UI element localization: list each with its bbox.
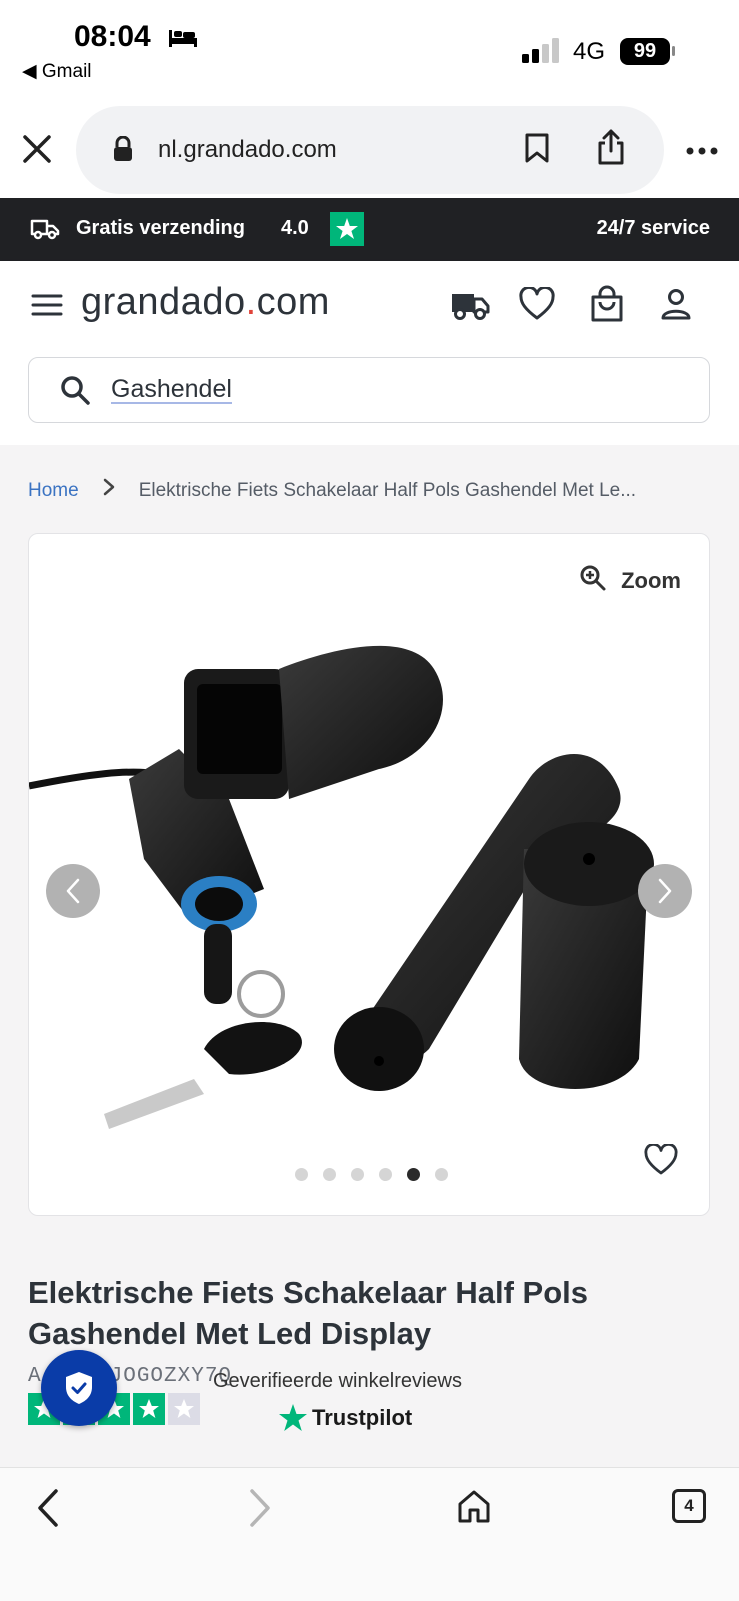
shipping-truck-icon[interactable] [449,289,491,326]
product-page: Home Elektrische Fiets Schakelaar Half P… [0,445,739,1467]
search-input[interactable]: Gashendel [111,376,232,404]
signal-icon [522,38,562,69]
shield-check-icon [66,1372,92,1404]
service-label: 24/7 service [596,217,710,239]
breadcrumb-current: Elektrische Fiets Schakelaar Half Pols G… [138,480,637,501]
back-arrow-icon[interactable] [36,1488,60,1533]
trustpilot-logo[interactable]: Trustpilot [278,1403,412,1433]
carousel-dot[interactable] [435,1168,448,1181]
zoom-in-icon [579,564,607,598]
bookmark-icon[interactable] [524,132,550,169]
site-header: grandado.com Gashendel [0,261,739,445]
product-image[interactable] [29,629,710,1129]
add-to-wishlist-icon[interactable] [643,1142,679,1181]
carousel-dot[interactable] [295,1168,308,1181]
shopping-bag-icon[interactable] [590,285,624,328]
star-icon [168,1393,200,1425]
security-shield-badge[interactable] [41,1350,117,1426]
battery-indicator: 99 [620,38,670,65]
product-gallery: Zoom [28,533,710,1216]
promo-bar: Gratis verzending 4.0 24/7 service [0,198,739,261]
site-logo[interactable]: grandado.com [81,281,330,324]
browser-bottom-toolbar: 4 [0,1467,739,1601]
rating-score: 4.0 [281,217,309,239]
logo-dot: . [245,281,257,323]
carousel-dots [295,1168,448,1181]
more-options-icon[interactable] [686,142,718,160]
tabs-count-button[interactable]: 4 [672,1489,706,1523]
next-image-button[interactable] [638,864,692,918]
close-icon[interactable] [22,134,52,169]
search-icon[interactable] [59,374,91,411]
url-text[interactable]: nl.grandado.com [158,136,337,164]
chevron-left-icon [66,878,80,904]
chevron-right-icon [103,478,115,502]
search-box[interactable]: Gashendel [28,357,710,423]
menu-icon[interactable] [31,293,63,322]
breadcrumb-home[interactable]: Home [28,480,79,501]
network-label: 4G [573,38,606,65]
back-to-gmail[interactable]: ◀ Gmail [22,60,92,83]
zoom-label: Zoom [621,568,681,593]
verified-reviews-label: Geverifieerde winkelreviews [213,1370,462,1392]
zoom-button[interactable]: Zoom [579,564,681,598]
logo-main: grandado [81,281,246,323]
account-user-icon[interactable] [660,287,692,326]
free-shipping-label: Gratis verzending [76,217,245,239]
sleep-mode-icon [168,26,198,53]
trustpilot-logo-star-icon [279,1404,307,1431]
status-bar: 08:04 ◀ Gmail 4G 99 [0,0,739,100]
logo-tld: com [256,281,330,323]
trustpilot-star-icon [330,212,364,246]
forward-arrow-icon[interactable] [248,1488,272,1533]
wishlist-heart-icon[interactable] [518,285,556,326]
carousel-dot[interactable] [379,1168,392,1181]
carousel-dot[interactable] [407,1168,420,1181]
home-icon[interactable] [456,1488,492,1529]
browser-toolbar: nl.grandado.com [0,100,739,198]
previous-image-button[interactable] [46,864,100,918]
product-title: Elektrische Fiets Schakelaar Half Pols G… [28,1275,588,1351]
status-time: 08:04 [74,20,151,53]
battery-tip [672,46,675,56]
delivery-truck-icon [30,218,60,245]
address-bar[interactable]: nl.grandado.com [76,106,664,194]
share-icon[interactable] [596,128,626,171]
carousel-dot[interactable] [351,1168,364,1181]
chevron-right-icon [658,878,672,904]
star-icon [133,1393,165,1425]
lock-icon [112,135,134,167]
breadcrumb: Home Elektrische Fiets Schakelaar Half P… [28,478,718,502]
carousel-dot[interactable] [323,1168,336,1181]
trustpilot-label: Trustpilot [312,1405,413,1430]
